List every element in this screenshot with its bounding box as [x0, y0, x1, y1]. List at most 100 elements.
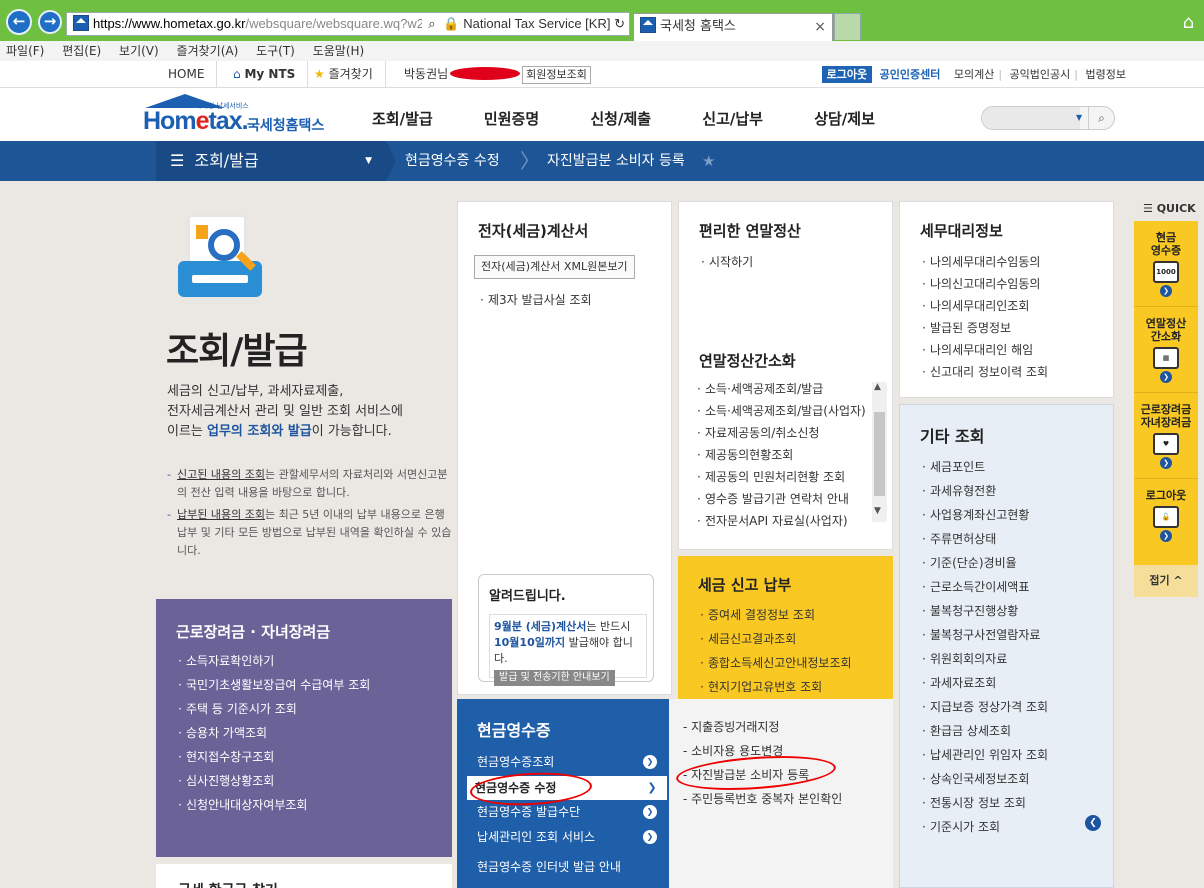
quick-logout[interactable]: 로그아웃 🔓 ❯	[1134, 479, 1198, 565]
tax-agent-link[interactable]: 나의신고대리수임동의	[920, 273, 1113, 295]
online-issuance-guide[interactable]: 현금영수증 인터넷 발급 안내	[469, 855, 667, 879]
menu-edit[interactable]: 편집(E)	[62, 44, 101, 58]
tax-manager-inquiry[interactable]: 납세관리인 조회 서비스 ❯	[469, 825, 667, 849]
yearend-simplified-link[interactable]: 영수증 발급기관 연락처 안내	[695, 488, 869, 510]
einvoice-link[interactable]: 제3자 발급사실 조회	[478, 289, 671, 311]
category-label: 조회/발급	[194, 151, 259, 170]
search-input[interactable]	[982, 107, 1080, 129]
incentive-link[interactable]: 주택 등 기준시가 조회	[176, 700, 376, 718]
other-inquiry-link[interactable]: 불복청구사전열람자료	[920, 623, 1113, 647]
other-inquiry-link[interactable]: 사업용계좌신고현황	[920, 503, 1113, 527]
yearend-simplified-link[interactable]: 소득·세액공제조회/발급	[695, 378, 869, 400]
other-inquiry-link[interactable]: 불복청구진행상황	[920, 599, 1113, 623]
lock-icon[interactable]: 🔒	[443, 16, 459, 31]
other-inquiry-link[interactable]: 위원회회의자료	[920, 647, 1113, 671]
public-corp-link[interactable]: 공익법인공시	[1010, 68, 1071, 81]
home-icon[interactable]: ⌂	[1183, 12, 1194, 33]
tax-agent-link[interactable]: 발급된 증명정보	[920, 317, 1113, 339]
simulation-link[interactable]: 모의계산	[954, 68, 994, 81]
quick-cash-receipt[interactable]: 현금 영수증 1000 ❯	[1134, 221, 1198, 307]
other-inquiry-link[interactable]: 과세자료조회	[920, 671, 1113, 695]
chevron-down-icon[interactable]: ▼	[1076, 113, 1082, 122]
breadcrumb-cash-receipt-edit[interactable]: 현금영수증 수정	[405, 141, 500, 181]
other-inquiry-link[interactable]: 근로소득간이세액표	[920, 575, 1113, 599]
menu-favorites[interactable]: 즐겨찾기(A)	[177, 44, 239, 58]
other-inquiry-link[interactable]: 전통시장 정보 조회	[920, 791, 1113, 815]
scroll-down-icon[interactable]: ▼	[874, 506, 881, 516]
my-nts-link[interactable]: ⌂ My NTS	[221, 61, 309, 88]
scroll-thumb[interactable]	[874, 412, 885, 496]
other-inquiry-link[interactable]: 납세관리인 위임자 조회	[920, 743, 1113, 767]
other-inquiry-link[interactable]: 환급금 상세조회	[920, 719, 1113, 743]
tax-agent-link[interactable]: 나의세무대리수임동의	[920, 251, 1113, 273]
member-info-button[interactable]: 회원정보조회	[522, 66, 591, 84]
quick-fold-button[interactable]: 접기 ^	[1134, 565, 1198, 597]
xml-view-button[interactable]: 전자(세금)계산서 XML원본보기	[474, 255, 635, 279]
logout-button[interactable]: 로그아웃	[821, 66, 873, 83]
cash-receipt-inquiry[interactable]: 현금영수증조회 ❯	[469, 750, 667, 774]
category-dropdown[interactable]: ☰ 조회/발급 ▼	[156, 141, 386, 181]
gnb-application[interactable]: 신청/제출	[590, 108, 651, 129]
menu-file[interactable]: 파일(F)	[6, 44, 44, 58]
collapse-icon[interactable]: ❮	[1085, 815, 1101, 831]
certificate-label[interactable]: National Tax Service [KR]	[463, 16, 610, 31]
menu-view[interactable]: 보기(V)	[119, 44, 159, 58]
law-info-link[interactable]: 법령정보	[1086, 68, 1126, 81]
quick-incentive[interactable]: 근로장려금 자녀장려금 ♥ ❯	[1134, 393, 1198, 479]
search-icon[interactable]: ⌕	[1088, 107, 1114, 129]
gnb-inquiry[interactable]: 조회/발급	[372, 108, 433, 129]
other-inquiry-link[interactable]: 상속인국세정보조회	[920, 767, 1113, 791]
other-inquiry-link[interactable]: 기준시가 조회	[920, 815, 1113, 839]
tax-filing-link[interactable]: 현지기업고유번호 조회	[698, 675, 893, 699]
close-tab-icon[interactable]: ×	[814, 14, 826, 40]
incentive-link[interactable]: 심사진행상황조회	[176, 772, 376, 790]
other-inquiry-link[interactable]: 과세유형전환	[920, 479, 1113, 503]
submenu-duplicate-id-check[interactable]: - 주민등록번호 중복자 본인확인	[683, 787, 893, 811]
tax-agent-link[interactable]: 나의세무대리인조회	[920, 295, 1113, 317]
submenu-expense-proof[interactable]: - 지출증빙거래지정	[683, 715, 893, 739]
yearend-simplified-link[interactable]: 전자문서API 자료실(사업자)	[695, 510, 869, 530]
yearend-link[interactable]: 시작하기	[699, 251, 892, 273]
address-bar[interactable]: https://www.hometax.go.kr/websquare/webs…	[66, 12, 630, 36]
incentive-link[interactable]: 신청안내대상자여부조회	[176, 796, 376, 814]
refresh-icon[interactable]: ↻	[614, 16, 625, 31]
other-inquiry-link[interactable]: 주류면허상태	[920, 527, 1113, 551]
other-inquiry-link[interactable]: 세금포인트	[920, 455, 1113, 479]
receipt-icon: 1000	[1153, 261, 1179, 283]
scroll-up-icon[interactable]: ▲	[874, 382, 881, 392]
incentive-link[interactable]: 소득자료확인하기	[176, 652, 376, 670]
other-inquiry-link[interactable]: 기준(단순)경비율	[920, 551, 1113, 575]
yearend-simplified-link[interactable]: 제공동의 민원처리현황 조회	[695, 466, 869, 488]
gnb-filing[interactable]: 신고/납부	[702, 108, 763, 129]
incentive-link[interactable]: 승용차 가액조회	[176, 724, 376, 742]
tax-agent-link[interactable]: 신고대리 정보이력 조회	[920, 361, 1113, 383]
home-link[interactable]: HOME	[156, 61, 218, 88]
menu-tools[interactable]: 도구(T)	[256, 44, 295, 58]
back-button[interactable]: ←	[6, 9, 32, 35]
gnb-consult[interactable]: 상담/제보	[814, 108, 875, 129]
cert-center-link[interactable]: 공인인증센터	[880, 68, 941, 81]
new-tab-button[interactable]	[834, 13, 861, 40]
breadcrumb-self-issued-register[interactable]: 자진발급분 소비자 등록	[547, 141, 685, 181]
tax-filing-link[interactable]: 증여세 결정정보 조회	[698, 603, 893, 627]
favorites-link[interactable]: ★ 즐겨찾기	[302, 61, 386, 88]
yearend-simplified-link[interactable]: 소득·세액공제조회/발급(사업자)	[695, 400, 869, 422]
incentive-panel: 근로장려금 · 자녀장려금 소득자료확인하기 국민기초생활보장급여 수급여부 조…	[156, 599, 452, 857]
tax-agent-link[interactable]: 나의세무대리인 해임	[920, 339, 1113, 361]
yearend-simplified-link[interactable]: 제공동의현황조회	[695, 444, 869, 466]
gnb-certificate[interactable]: 민원증명	[484, 108, 539, 129]
browser-tab[interactable]: 국세청 홈택스 ×	[633, 13, 833, 41]
forward-button[interactable]: →	[38, 10, 62, 34]
quick-yearend[interactable]: 연말정산 간소화 ▦ ❯	[1134, 307, 1198, 393]
search-icon[interactable]: ⌕	[428, 16, 435, 31]
incentive-link[interactable]: 현지접수창구조회	[176, 748, 376, 766]
yearend-scrollbar[interactable]: ▲ ▼	[872, 382, 887, 522]
tax-filing-link[interactable]: 종합소득세신고안내정보조회	[698, 651, 893, 675]
deadline-guide-button[interactable]: 발급 및 전송기한 안내보기	[494, 670, 615, 686]
tax-filing-link[interactable]: 세금신고결과조회	[698, 627, 893, 651]
star-icon[interactable]: ★	[702, 141, 715, 181]
incentive-link[interactable]: 국민기초생활보장급여 수급여부 조회	[176, 676, 376, 694]
yearend-simplified-link[interactable]: 자료제공동의/취소신청	[695, 422, 869, 444]
menu-help[interactable]: 도움말(H)	[313, 44, 365, 58]
other-inquiry-link[interactable]: 지급보증 정상가격 조회	[920, 695, 1113, 719]
